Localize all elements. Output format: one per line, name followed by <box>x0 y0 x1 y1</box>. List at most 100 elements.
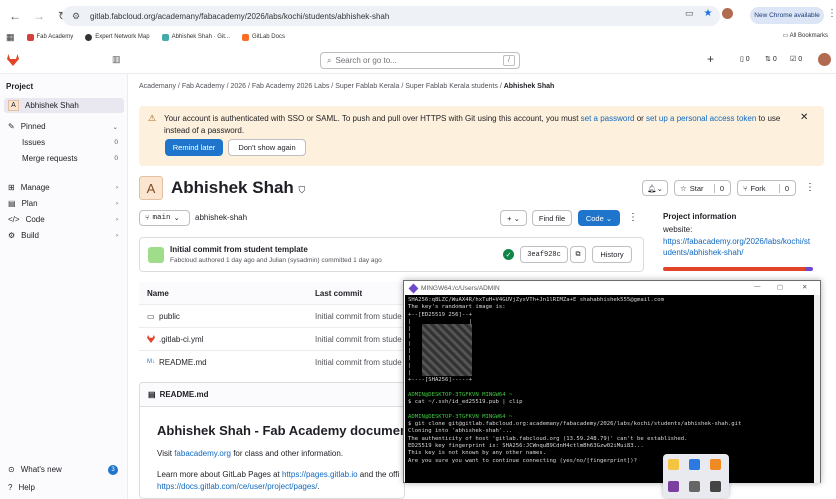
commit-meta: Fabcloud authored 1 day ago and Julian (… <box>170 257 382 264</box>
sidebar-item-issues[interactable]: Issues 0 <box>4 135 124 150</box>
browser-actions: ▭ ★ <box>685 8 734 19</box>
website-label: website: <box>663 225 693 234</box>
sidebar-item-build[interactable]: ⚙ Build › <box>4 228 124 243</box>
sidebar-item-manage[interactable]: ⊞ Manage › <box>4 180 124 195</box>
code-dropdown-button[interactable]: Code ⌄ <box>578 210 620 226</box>
readme-line-3: https://docs.gitlab.com/ce/user/project/… <box>157 482 320 491</box>
manage-icon: ⊞ <box>8 183 15 192</box>
add-file-button[interactable]: + ⌄ <box>500 210 527 226</box>
apps-grid-icon[interactable]: ▦ <box>6 32 15 43</box>
terminal-titlebar[interactable]: MINGW64:/c/Users/ADMIN — ▢ ✕ <box>404 281 820 295</box>
sidebar-item-pinned[interactable]: ✎ Pinned ⌄ <box>4 119 124 134</box>
breadcrumb-item[interactable]: Super Fablab Kerala <box>335 83 399 90</box>
forward-icon[interactable]: → <box>32 9 46 23</box>
maximize-icon[interactable]: ▢ <box>777 283 783 291</box>
committer-avatar <box>148 247 164 263</box>
more-actions-icon[interactable]: ⋮ <box>805 182 815 193</box>
terminal-scrollbar[interactable] <box>814 295 820 483</box>
branch-selector[interactable]: ⑂ main ⌄ <box>139 210 190 226</box>
set-password-link[interactable]: set a password <box>581 114 635 123</box>
sidebar-heading: Project <box>6 82 34 91</box>
star-icon: ☆ <box>680 183 687 193</box>
whats-new-badge: 3 <box>108 464 118 475</box>
website-link[interactable]: https://fabacademy.org/2026/labs/kochi/s… <box>663 236 813 258</box>
pen-icon[interactable] <box>689 481 700 492</box>
col-name: Name <box>147 288 169 298</box>
sidebar-item-project[interactable]: A Abhishek Shah <box>4 98 124 113</box>
bookmark-abhishek-git[interactable]: Abhishek Shah · Git... <box>161 33 230 41</box>
breadcrumb-item[interactable]: Fab Academy 2026 Labs <box>252 83 329 90</box>
folder-icon: ▭ <box>147 311 155 321</box>
history-button[interactable]: History <box>592 246 632 263</box>
find-file-button[interactable]: Find file <box>532 210 572 226</box>
gitlab-ci-icon <box>147 335 155 343</box>
close-icon[interactable]: ✕ <box>800 112 808 123</box>
copy-sha-icon[interactable]: ⧉ <box>570 246 586 263</box>
tray-app2-icon[interactable] <box>710 459 721 470</box>
table-row[interactable]: ▭ public Initial commit from stude <box>139 304 405 327</box>
address-bar[interactable]: ⚙ gitlab.fabcloud.org/academany/fabacade… <box>62 6 720 26</box>
bookmark-gitlab-docs[interactable]: GitLab Docs <box>241 33 285 41</box>
notifications-button[interactable]: 🔔︎⌄ <box>642 180 668 196</box>
terminal-window[interactable]: MINGW64:/c/Users/ADMIN — ▢ ✕ SHA256:q8LZ… <box>403 280 821 483</box>
plus-icon[interactable]: + <box>707 52 714 66</box>
dont-show-again-button[interactable]: Don't show again <box>228 139 306 156</box>
breadcrumb-current[interactable]: Abhishek Shah <box>504 83 555 90</box>
commit-sha[interactable]: 3eaf928c <box>520 246 568 263</box>
alert-text: Your account is authenticated with SSO o… <box>164 114 781 135</box>
profile-avatar[interactable] <box>722 8 734 19</box>
markdown-icon: M↓ <box>147 359 155 365</box>
project-information: Project information website: https://fab… <box>663 212 823 271</box>
star-button[interactable]: ☆ Star 0 <box>674 180 731 196</box>
access-token-link[interactable]: set up a personal access token <box>646 114 756 123</box>
sidebar-item-code[interactable]: </> Code › <box>4 212 124 227</box>
user-avatar[interactable] <box>818 53 831 66</box>
page-scrollbar[interactable] <box>826 74 836 499</box>
breadcrumb-item[interactable]: 2026 <box>230 83 246 90</box>
bookmark-star-icon[interactable]: ★ <box>704 8 713 19</box>
sidebar-toggle-icon[interactable]: ▥ <box>112 54 121 65</box>
table-row[interactable]: M↓ README.md Initial commit from stude <box>139 350 405 373</box>
sidebar-item-merge-requests[interactable]: Merge requests 0 <box>4 151 124 166</box>
pages-link[interactable]: https://pages.gitlab.io <box>282 470 358 479</box>
breadcrumb-item[interactable]: Academany <box>139 83 176 90</box>
breadcrumb-item[interactable]: Super Fablab Kerala students <box>405 83 498 90</box>
sidebar-item-help[interactable]: ? Help <box>4 480 124 495</box>
bookmark-fab-academy[interactable]: Fab Academy <box>26 33 73 41</box>
breadcrumb-item[interactable]: Fab Academy <box>182 83 225 90</box>
issues-icon[interactable]: ▯ 0 <box>740 55 750 63</box>
all-bookmarks[interactable]: ▭ All Bookmarks <box>783 32 828 39</box>
gitlab-logo-icon[interactable] <box>6 53 20 67</box>
col-last-commit: Last commit <box>315 288 363 298</box>
readme-line-1: Visit fabacademy.org for class and other… <box>157 449 344 458</box>
more-icon[interactable]: ⋮ <box>628 212 638 223</box>
fabacademy-link[interactable]: fabacademy.org <box>174 449 231 458</box>
search-input[interactable]: ⌕ Search or go to... / <box>320 52 520 69</box>
sidebar-item-plan[interactable]: ▤ Plan › <box>4 196 124 211</box>
bookmark-expert-network[interactable]: Expert Network Map <box>85 33 150 41</box>
fork-button[interactable]: ⑂ Fork 0 <box>737 180 796 196</box>
table-row[interactable]: .gitlab-ci.yml Initial commit from stude <box>139 327 405 350</box>
pipeline-status-icon[interactable]: ✓ <box>503 249 514 260</box>
sidebar-item-whats-new[interactable]: ⊙ What's new 3 <box>4 462 124 477</box>
repo-path[interactable]: abhishek-shah <box>195 213 247 222</box>
site-info-icon[interactable]: ⚙ <box>72 11 82 22</box>
whats-new-icon: ⊙ <box>8 465 15 474</box>
tray-app-icon[interactable] <box>668 459 679 470</box>
remind-later-button[interactable]: Remind later <box>165 139 223 156</box>
bluetooth-icon[interactable] <box>689 459 700 470</box>
fab-academy-icon <box>26 33 34 41</box>
minimize-icon[interactable]: — <box>754 283 761 290</box>
merge-requests-icon[interactable]: ⇅ 0 <box>765 55 777 63</box>
onenote-icon[interactable] <box>668 481 679 492</box>
new-chrome-button[interactable]: New Chrome available <box>750 7 824 24</box>
docs-link[interactable]: https://docs.gitlab.com/ce/user/project/… <box>157 482 318 491</box>
todo-icon[interactable]: ☑ 0 <box>790 55 802 63</box>
cast-icon[interactable]: ▭ <box>685 8 694 19</box>
menu-dots-icon[interactable]: ⋮ <box>827 8 836 19</box>
commit-title[interactable]: Initial commit from student template <box>170 245 308 254</box>
close-window-icon[interactable]: ✕ <box>802 283 807 291</box>
back-icon[interactable]: ← <box>8 9 22 23</box>
pin-icon: ✎ <box>8 122 15 131</box>
telegram-icon[interactable] <box>710 481 721 492</box>
